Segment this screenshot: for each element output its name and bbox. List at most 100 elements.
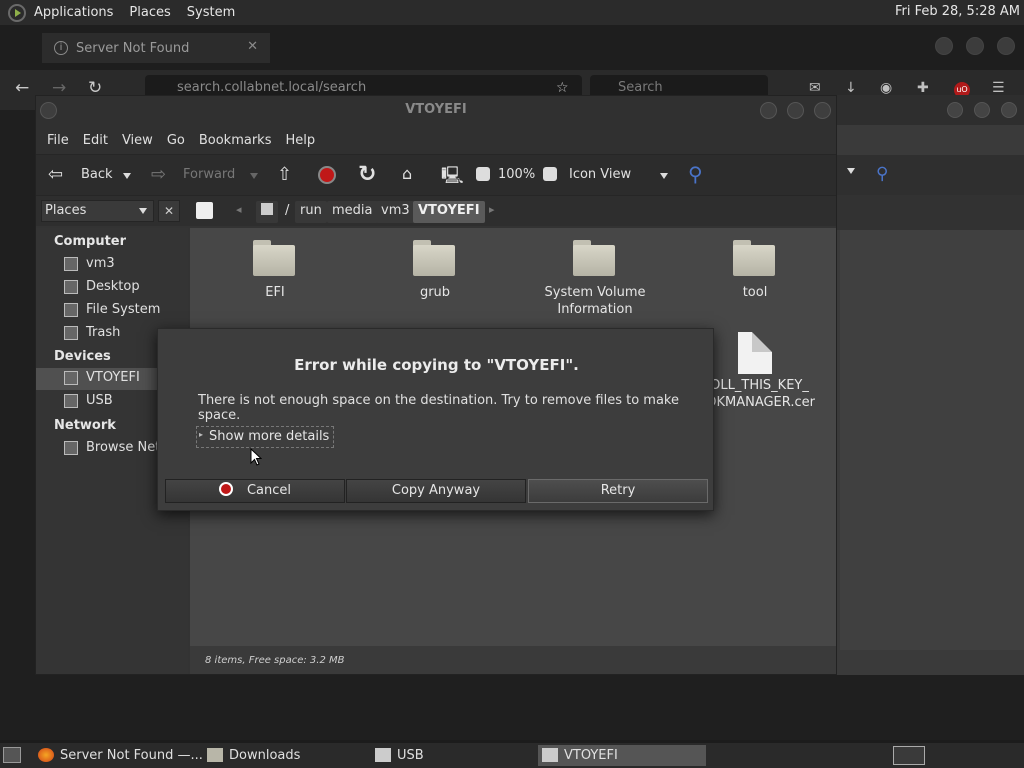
breadcrumb-vm3[interactable]: vm3 bbox=[376, 201, 415, 223]
view-mode-select[interactable]: Icon View bbox=[569, 167, 631, 182]
firefox-tab[interactable]: i Server Not Found ✕ bbox=[42, 33, 270, 63]
applications-menu[interactable]: Applications bbox=[26, 5, 121, 20]
pocket-icon[interactable]: ✉ bbox=[809, 80, 821, 96]
menu-go[interactable]: Go bbox=[160, 133, 192, 148]
retry-button[interactable]: Retry bbox=[528, 479, 708, 503]
breadcrumb-root-icon[interactable] bbox=[256, 201, 278, 223]
maximize-icon[interactable] bbox=[966, 37, 984, 55]
close-window-icon[interactable] bbox=[997, 37, 1015, 55]
maximize-icon[interactable] bbox=[787, 102, 804, 119]
workspace-switcher-icon[interactable] bbox=[893, 746, 925, 765]
reload-icon[interactable]: ↻ bbox=[358, 162, 376, 187]
sidebar-header-computer: Computer bbox=[54, 234, 127, 249]
sidebar-header-devices: Devices bbox=[54, 349, 111, 364]
edit-location-icon[interactable] bbox=[196, 202, 213, 219]
sidebar-item-label: VTOYEFI bbox=[86, 370, 140, 385]
menu-bookmarks[interactable]: Bookmarks bbox=[192, 133, 279, 148]
toolbar: ⇦ Back ⇨ Forward ⇧ ↻ ⌂ 🖳 100% Icon View … bbox=[36, 154, 836, 196]
zoom-out-icon[interactable] bbox=[476, 167, 490, 181]
file-label-grub[interactable]: grub bbox=[365, 284, 505, 301]
breadcrumb-left-icon[interactable]: ◂ bbox=[236, 203, 242, 216]
info-icon: i bbox=[54, 41, 68, 55]
sidebar-item-file-system[interactable]: File System bbox=[36, 300, 188, 322]
clock[interactable]: Fri Feb 28, 5:28 AM bbox=[895, 4, 1020, 19]
account-icon[interactable]: ◉ bbox=[880, 80, 892, 96]
show-desktop-icon[interactable] bbox=[3, 747, 21, 763]
sidebar-item-label: Trash bbox=[86, 325, 121, 340]
window-menu-icon[interactable] bbox=[40, 102, 57, 119]
search-icon[interactable]: ⚲ bbox=[876, 164, 888, 184]
zoom-in-icon[interactable] bbox=[543, 167, 557, 181]
network-icon bbox=[64, 441, 78, 455]
zoom-level[interactable]: 100% bbox=[498, 167, 535, 182]
maximize-icon[interactable] bbox=[974, 102, 990, 118]
show-more-details-toggle[interactable]: Show more details bbox=[196, 426, 335, 448]
close-window-icon[interactable] bbox=[814, 102, 831, 119]
view-mode-arrow-icon[interactable] bbox=[660, 173, 668, 179]
certificate-file-icon[interactable] bbox=[738, 332, 772, 374]
file-label-system-volume-information[interactable]: System Volume Information bbox=[525, 284, 665, 318]
minimize-icon[interactable] bbox=[947, 102, 963, 118]
minimize-icon[interactable] bbox=[760, 102, 777, 119]
taskbar-item-usb[interactable]: USB bbox=[371, 745, 424, 766]
bookmark-star-icon[interactable]: ☆ bbox=[556, 80, 569, 96]
dropdown-arrow-icon[interactable] bbox=[847, 168, 855, 174]
dropdown-arrow-icon bbox=[139, 208, 147, 214]
breadcrumb-media[interactable]: media bbox=[327, 201, 378, 223]
copy-anyway-button[interactable]: Copy Anyway bbox=[346, 479, 526, 503]
minimize-icon[interactable] bbox=[935, 37, 953, 55]
usb-file-area[interactable] bbox=[840, 230, 1024, 650]
usb-file-window[interactable]: ⚲ bbox=[832, 95, 1024, 675]
search-placeholder: Search bbox=[618, 80, 663, 95]
window-title: VTOYEFI bbox=[405, 102, 467, 117]
mouse-cursor-icon bbox=[250, 448, 262, 466]
search-icon[interactable]: ⚲ bbox=[688, 162, 703, 186]
taskbar-item-vtoyefi[interactable]: VTOYEFI bbox=[538, 745, 706, 766]
back-arrow-icon[interactable]: ⇦ bbox=[48, 164, 63, 185]
home-icon[interactable]: ⌂ bbox=[402, 164, 412, 183]
system-menu[interactable]: System bbox=[179, 5, 243, 20]
stop-icon[interactable] bbox=[318, 166, 336, 184]
menu-hamburger-icon[interactable]: ☰ bbox=[992, 80, 1005, 96]
folder-icon[interactable] bbox=[573, 240, 615, 276]
menu-help[interactable]: Help bbox=[278, 133, 322, 148]
sidebar-item-vm3[interactable]: vm3 bbox=[36, 254, 188, 276]
menubar: File Edit View Go Bookmarks Help bbox=[36, 126, 836, 154]
window-titlebar[interactable]: VTOYEFI bbox=[36, 96, 836, 126]
extensions-icon[interactable]: ✚ bbox=[917, 80, 929, 96]
tab-title: Server Not Found bbox=[76, 40, 190, 56]
firefox-icon bbox=[38, 748, 54, 762]
file-label-tool[interactable]: tool bbox=[685, 284, 825, 301]
places-menu[interactable]: Places bbox=[121, 5, 178, 20]
forward-button[interactable]: Forward bbox=[183, 167, 235, 182]
close-window-icon[interactable] bbox=[1001, 102, 1017, 118]
sidebar-item-desktop[interactable]: Desktop bbox=[36, 277, 188, 299]
distro-logo-icon[interactable] bbox=[8, 3, 26, 22]
forward-history-arrow-icon[interactable] bbox=[250, 173, 258, 179]
breadcrumb-vtoyefi[interactable]: VTOYEFI bbox=[413, 201, 485, 223]
usb-drive-icon bbox=[375, 748, 391, 762]
menu-file[interactable]: File bbox=[40, 133, 76, 148]
breadcrumb-run[interactable]: run bbox=[295, 201, 327, 223]
back-button[interactable]: Back bbox=[81, 167, 113, 182]
breadcrumb-right-icon[interactable]: ▸ bbox=[489, 203, 495, 216]
folder-icon[interactable] bbox=[413, 240, 455, 276]
file-label-efi[interactable]: EFI bbox=[205, 284, 345, 301]
close-tab-icon[interactable]: ✕ bbox=[247, 39, 258, 54]
computer-icon[interactable]: 🖳 bbox=[441, 163, 464, 192]
cancel-button[interactable]: Cancel bbox=[165, 479, 345, 503]
downloads-icon[interactable]: ↓ bbox=[845, 80, 857, 96]
folder-icon[interactable] bbox=[253, 240, 295, 276]
menu-view[interactable]: View bbox=[115, 133, 160, 148]
folder-icon[interactable] bbox=[733, 240, 775, 276]
location-bar: Places ✕ ◂ / run media vm3 VTOYEFI ▸ bbox=[36, 196, 836, 226]
close-sidebar-icon[interactable]: ✕ bbox=[158, 200, 180, 222]
forward-arrow-icon[interactable]: ⇨ bbox=[151, 164, 166, 185]
menu-edit[interactable]: Edit bbox=[76, 133, 115, 148]
up-arrow-icon[interactable]: ⇧ bbox=[277, 164, 292, 185]
back-history-arrow-icon[interactable] bbox=[123, 173, 131, 179]
places-select[interactable]: Places bbox=[41, 200, 154, 222]
taskbar-item-downloads[interactable]: Downloads bbox=[203, 745, 300, 766]
back-arrow-icon[interactable]: ← bbox=[15, 78, 29, 98]
taskbar-item-firefox[interactable]: Server Not Found —... bbox=[34, 745, 203, 766]
